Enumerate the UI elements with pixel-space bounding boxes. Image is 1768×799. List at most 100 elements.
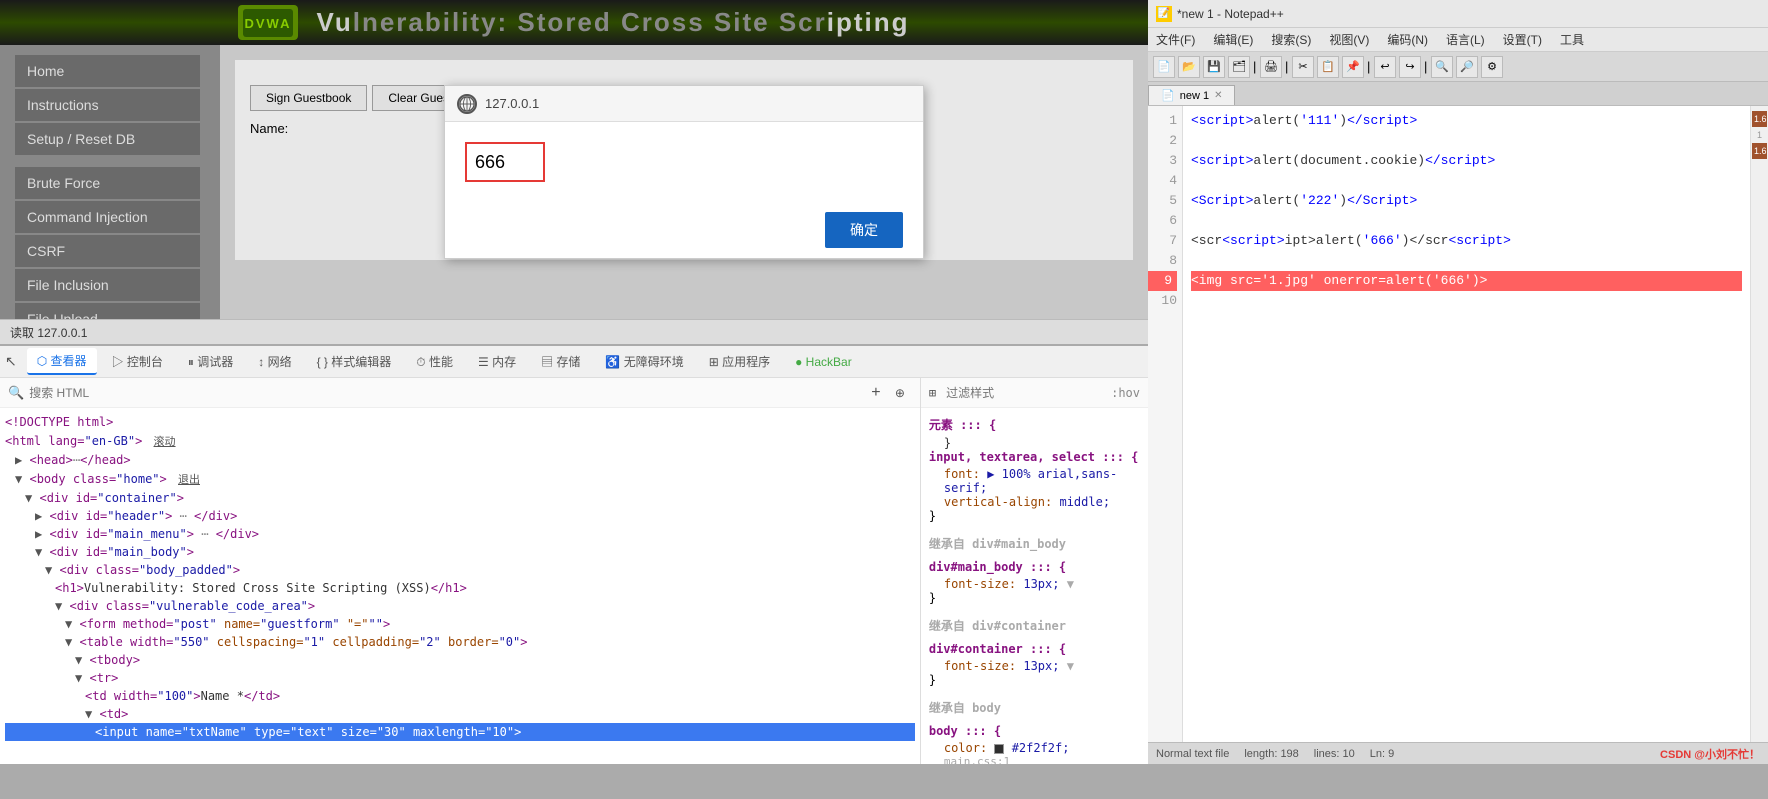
tr-expand[interactable]: ▼ <box>75 671 82 685</box>
menu-view[interactable]: 视图(V) <box>1326 31 1372 48</box>
table-expand[interactable]: ▼ <box>65 635 72 649</box>
alert-dialog[interactable]: 127.0.0.1 666 确定 <box>444 85 924 259</box>
scroll-pos-1: 1.6❥ <box>1752 111 1767 127</box>
toolbar-sep4: | <box>1424 59 1428 74</box>
cut-btn[interactable]: ✂ <box>1292 56 1314 78</box>
vca-expand[interactable]: ▼ <box>55 599 62 613</box>
styles-filter-input[interactable] <box>946 386 1101 400</box>
html-line-h1: <h1>Vulnerability: Stored Cross Site Scr… <box>5 579 915 597</box>
html-line-header: ▶ <div id="header"> ⋯ </div> <box>5 507 915 525</box>
nav-file-upload[interactable]: File Upload <box>15 303 200 319</box>
undo-btn[interactable]: ↩ <box>1374 56 1396 78</box>
html-panel: 🔍 + ⊕ <!DOCTYPE html> <html lang="en-GB"… <box>0 378 921 764</box>
styles-more: :hov <box>1111 386 1140 400</box>
devtools-tab-memory[interactable]: ☰ 内存 <box>468 349 526 374</box>
name-label: Name: <box>250 121 288 136</box>
header-expand[interactable]: ▶ <box>35 509 42 523</box>
html-line-main-body: ▼ <div id="main_body"> <box>5 543 915 561</box>
line-num-9: 9 <box>1148 271 1177 291</box>
sign-guestbook-btn[interactable]: Sign Guestbook <box>250 85 367 111</box>
tab-modified-icon: 📄 <box>1161 89 1175 102</box>
menu-settings[interactable]: 设置(T) <box>1500 31 1545 48</box>
devtools-tab-inspector[interactable]: ⬡ 查看器 <box>27 348 97 375</box>
save-file-btn[interactable]: 💾 <box>1203 56 1225 78</box>
html-line-doctype: <!DOCTYPE html> <box>5 413 915 431</box>
devtools-tab-storage[interactable]: ▤ 存储 <box>531 349 590 374</box>
line-num-1: 1 <box>1148 111 1177 131</box>
html-line-input-selected[interactable]: <input name="txtName" type="text" size="… <box>5 723 915 741</box>
new-file-btn[interactable]: 📄 <box>1153 56 1175 78</box>
nav-file-inclusion[interactable]: File Inclusion <box>15 269 200 301</box>
paste-btn[interactable]: 📌 <box>1342 56 1364 78</box>
nav-instructions[interactable]: Instructions <box>15 89 200 121</box>
body-padded-expand[interactable]: ▼ <box>45 563 52 577</box>
line-num-2: 2 <box>1148 131 1177 151</box>
devtools-tab-network[interactable]: ↕ 网络 <box>248 349 301 374</box>
add-node-btn[interactable]: + <box>864 381 888 405</box>
notepad-tab-new1[interactable]: 📄 new 1 ✕ <box>1148 85 1235 105</box>
scroll-pos-3: 1.6 <box>1752 143 1767 159</box>
html-line-tr: ▼ <tr> <box>5 669 915 687</box>
zoom-in-btn[interactable]: 🔍 <box>1431 56 1453 78</box>
devtools-tab-style-editor[interactable]: { } 样式编辑器 <box>307 349 402 374</box>
exit-btn[interactable]: 退出 <box>174 469 204 489</box>
menu-tools[interactable]: 工具 <box>1557 31 1587 48</box>
devtools-tab-performance[interactable]: ⏱ 性能 <box>406 349 463 374</box>
menu-encoding[interactable]: 编码(N) <box>1384 31 1431 48</box>
nav-csrf[interactable]: CSRF <box>15 235 200 267</box>
nav-brute-force[interactable]: Brute Force <box>15 167 200 199</box>
container-expand[interactable]: ▼ <box>25 491 32 505</box>
style-font-size-1: font-size: 13px; ▼ <box>944 577 1140 591</box>
scroll-marker-1: 1.6❥ 1 1.6 <box>1751 111 1768 159</box>
code-area[interactable]: <script>alert('111')</script> <script>al… <box>1183 106 1750 742</box>
html-line-body-padded: ▼ <div class="body_padded"> <box>5 561 915 579</box>
style-source: main.css:1 <box>944 755 1140 764</box>
save-all-btn[interactable]: 🗂 <box>1228 56 1250 78</box>
copy-btn[interactable]: 📋 <box>1317 56 1339 78</box>
td-expand[interactable]: ▼ <box>85 707 92 721</box>
alert-ok-button[interactable]: 确定 <box>825 212 903 248</box>
style-section-container: div#container ::: { font-size: 13px; ▼ } <box>929 642 1140 687</box>
alert-value: 666 <box>465 142 545 182</box>
head-expand[interactable]: ▶ <box>15 453 22 467</box>
notepad-title: *new 1 - Notepad++ <box>1177 7 1284 21</box>
main-menu-expand[interactable]: ▶ <box>35 527 42 541</box>
tbody-expand[interactable]: ▼ <box>75 653 82 667</box>
notepad-statusbar: Normal text file length: 198 lines: 10 L… <box>1148 742 1768 764</box>
pick-element-btn[interactable]: ⊕ <box>888 381 912 405</box>
devtools-tab-debugger[interactable]: ⏸ 调试器 <box>178 349 243 374</box>
menu-edit[interactable]: 编辑(E) <box>1210 31 1256 48</box>
code-line-8 <box>1191 251 1742 271</box>
body-selector: body ::: { <box>929 724 1140 738</box>
mini-scrollbar[interactable]: 1.6❥ 1 1.6 <box>1750 106 1768 742</box>
nav-home[interactable]: Home <box>15 55 200 87</box>
nav-setup[interactable]: Setup / Reset DB <box>15 123 200 155</box>
form-expand[interactable]: ▼ <box>65 617 72 631</box>
devtools-tab-console[interactable]: ▷ 控制台 <box>102 349 173 374</box>
main-body-expand[interactable]: ▼ <box>35 545 42 559</box>
menu-file[interactable]: 文件(F) <box>1153 31 1198 48</box>
file-lines: lines: 10 <box>1314 748 1355 760</box>
menu-language[interactable]: 语言(L) <box>1443 31 1488 48</box>
menu-search[interactable]: 搜索(S) <box>1268 31 1314 48</box>
nav-command-injection[interactable]: Command Injection <box>15 201 200 233</box>
style-close-2: } <box>929 591 1140 605</box>
alert-footer: 确定 <box>445 202 923 258</box>
open-file-btn[interactable]: 📂 <box>1178 56 1200 78</box>
style-section-element: 元素 ::: { } input, textarea, select ::: {… <box>929 416 1140 523</box>
line-num-8: 8 <box>1148 251 1177 271</box>
redo-btn[interactable]: ↪ <box>1399 56 1421 78</box>
html-search-input[interactable] <box>29 386 864 400</box>
scroll-into-view-btn[interactable]: 滚动 <box>150 431 180 451</box>
devtools-tab-application[interactable]: ⊞ 应用程序 <box>699 349 780 374</box>
styles-panel: ⊞ :hov 元素 ::: { } input, textarea, selec… <box>921 378 1148 764</box>
devtools-tab-accessibility[interactable]: ♿ 无障碍环境 <box>595 349 693 374</box>
tab-close-btn[interactable]: ✕ <box>1214 90 1222 101</box>
body-expand[interactable]: ▼ <box>15 472 22 486</box>
status-bar: 读取 127.0.0.1 <box>0 319 1148 344</box>
html-line-main-menu: ▶ <div id="main_menu"> ⋯ </div> <box>5 525 915 543</box>
find-btn[interactable]: 🔎 <box>1456 56 1478 78</box>
macro-btn[interactable]: ⚙ <box>1481 56 1503 78</box>
devtools-tab-hackbar[interactable]: ● HackBar <box>785 351 862 373</box>
print-btn[interactable]: 🖨 <box>1260 56 1282 78</box>
